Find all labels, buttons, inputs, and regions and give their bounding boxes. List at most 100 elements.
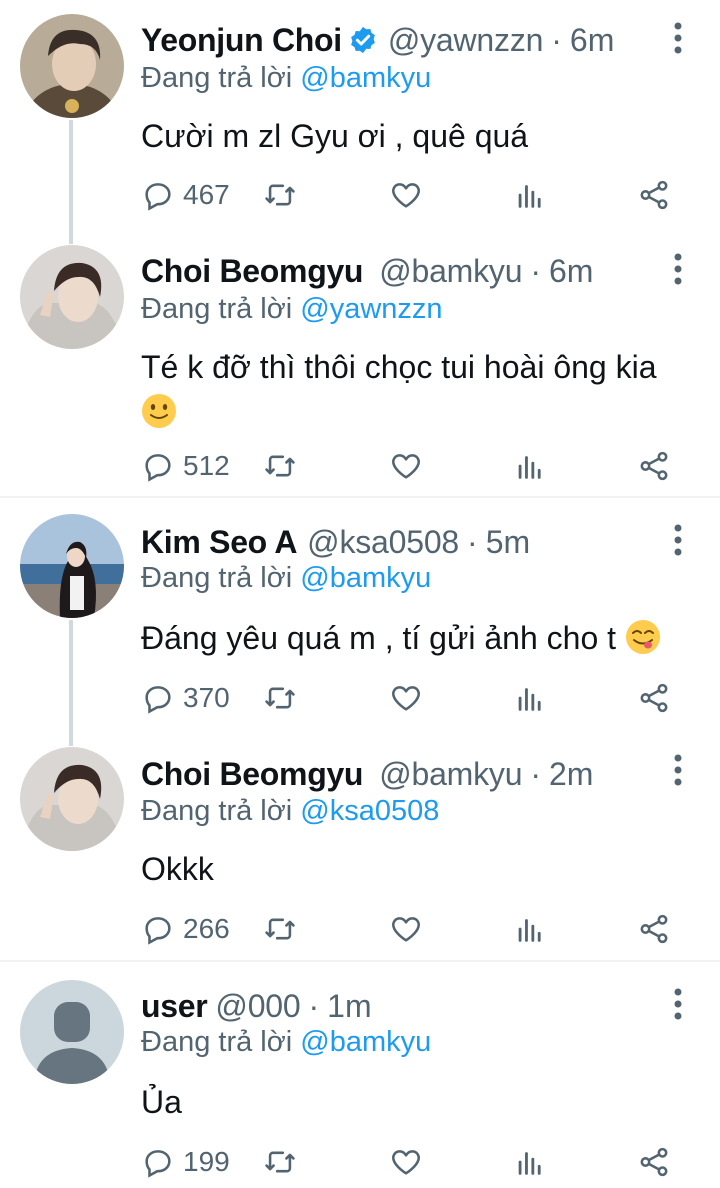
analytics-button[interactable] bbox=[513, 909, 547, 949]
handle[interactable]: @000 bbox=[215, 988, 300, 1025]
retweet-button[interactable] bbox=[263, 446, 297, 486]
like-button[interactable] bbox=[389, 446, 423, 486]
share-icon bbox=[640, 914, 668, 944]
mention-link[interactable]: @bamkyu bbox=[300, 562, 431, 594]
retweet-button[interactable] bbox=[263, 678, 297, 718]
analytics-icon bbox=[518, 1152, 541, 1175]
share-icon bbox=[640, 683, 668, 713]
timestamp[interactable]: 6m bbox=[570, 22, 614, 59]
timestamp[interactable]: 5m bbox=[486, 524, 530, 561]
more-options-icon[interactable] bbox=[666, 520, 690, 560]
tweet[interactable]: Choi Beomgyu @bamkyu · 6m Đang trả lời @… bbox=[0, 245, 720, 497]
separator-dot: · bbox=[530, 252, 541, 289]
reply-context: Đang trả lời @ksa0508 bbox=[141, 795, 439, 828]
reply-context: Đang trả lời @bamkyu bbox=[141, 1026, 431, 1059]
reply-button[interactable]: 370 bbox=[141, 678, 230, 718]
retweet-button[interactable] bbox=[263, 175, 297, 215]
slightly-smiling-face-icon bbox=[142, 394, 176, 428]
reply-count: 370 bbox=[183, 682, 230, 713]
reply-count: 467 bbox=[183, 179, 230, 210]
mention-link[interactable]: @bamkyu bbox=[300, 62, 431, 94]
more-options-icon[interactable] bbox=[666, 18, 690, 58]
display-name[interactable]: Choi Beomgyu bbox=[141, 756, 363, 793]
avatar[interactable] bbox=[20, 514, 124, 618]
more-options-icon[interactable] bbox=[666, 750, 690, 790]
tweet-actions: 370 bbox=[141, 678, 701, 718]
analytics-button[interactable] bbox=[513, 175, 547, 215]
avatar[interactable] bbox=[20, 747, 124, 851]
like-button[interactable] bbox=[389, 175, 423, 215]
mention-link[interactable]: @yawnzzn bbox=[300, 293, 442, 325]
like-button[interactable] bbox=[389, 1142, 423, 1182]
timestamp[interactable]: 6m bbox=[549, 253, 593, 290]
tweet-text: Ủa bbox=[141, 1082, 696, 1122]
tweet[interactable]: Choi Beomgyu @bamkyu · 2m Đang trả lời @… bbox=[0, 745, 720, 960]
share-button[interactable] bbox=[637, 909, 671, 949]
reply-button[interactable]: 266 bbox=[141, 909, 230, 949]
timestamp[interactable]: 1m bbox=[327, 988, 371, 1025]
heart-icon bbox=[392, 183, 420, 208]
retweet-icon bbox=[265, 184, 295, 206]
display-name[interactable]: Kim Seo A bbox=[141, 524, 297, 561]
display-name[interactable]: Choi Beomgyu bbox=[141, 253, 363, 290]
retweet-button[interactable] bbox=[263, 1142, 297, 1182]
profile-photo bbox=[20, 14, 124, 118]
separator-dot: · bbox=[467, 523, 478, 560]
reply-icon bbox=[145, 454, 171, 482]
handle[interactable]: @yawnzzn bbox=[388, 22, 544, 59]
tweet[interactable]: Yeonjun Choi @yawnzzn · 6m Đang trả lời … bbox=[0, 0, 720, 245]
share-icon bbox=[640, 180, 668, 210]
mention-link[interactable]: @bamkyu bbox=[300, 1026, 431, 1058]
share-button[interactable] bbox=[637, 678, 671, 718]
heart-icon bbox=[392, 454, 420, 479]
analytics-button[interactable] bbox=[513, 678, 547, 718]
analytics-icon bbox=[518, 185, 541, 208]
analytics-icon bbox=[518, 456, 541, 479]
avatar[interactable] bbox=[20, 245, 124, 349]
tweet[interactable]: user @000 · 1m Đang trả lời @bamkyu Ủa 1… bbox=[0, 962, 720, 1188]
share-button[interactable] bbox=[637, 1142, 671, 1182]
avatar[interactable] bbox=[20, 14, 124, 118]
tweet-text: Okkk bbox=[141, 849, 696, 889]
like-button[interactable] bbox=[389, 678, 423, 718]
handle[interactable]: @bamkyu bbox=[379, 756, 522, 793]
reply-prefix: Đang trả lời bbox=[141, 1026, 293, 1058]
heart-icon bbox=[392, 1150, 420, 1175]
retweet-button[interactable] bbox=[263, 909, 297, 949]
tweet-actions: 199 bbox=[141, 1142, 701, 1182]
tweet[interactable]: Kim Seo A @ksa0508 · 5m Đang trả lời @ba… bbox=[0, 498, 720, 745]
share-icon bbox=[640, 1147, 668, 1177]
timestamp[interactable]: 2m bbox=[549, 756, 593, 793]
handle[interactable]: @ksa0508 bbox=[307, 524, 459, 561]
separator-dot: · bbox=[551, 21, 562, 58]
reply-prefix: Đang trả lời bbox=[141, 293, 293, 325]
reply-button[interactable]: 512 bbox=[141, 446, 230, 486]
reply-button[interactable]: 467 bbox=[141, 175, 230, 215]
reply-prefix: Đang trả lời bbox=[141, 795, 293, 827]
default-avatar-icon bbox=[20, 980, 124, 1084]
more-options-icon[interactable] bbox=[666, 984, 690, 1024]
tweet-text-content: Okkk bbox=[141, 851, 214, 887]
handle[interactable]: @bamkyu bbox=[379, 253, 522, 290]
analytics-button[interactable] bbox=[513, 446, 547, 486]
verified-badge-icon bbox=[350, 26, 375, 54]
analytics-button[interactable] bbox=[513, 1142, 547, 1182]
retweet-icon bbox=[265, 687, 295, 709]
tweet-actions: 467 bbox=[141, 175, 701, 215]
mention-link[interactable]: @ksa0508 bbox=[300, 795, 439, 827]
analytics-icon bbox=[518, 919, 541, 942]
reply-icon bbox=[145, 183, 171, 211]
profile-photo bbox=[20, 747, 124, 851]
avatar[interactable] bbox=[20, 980, 124, 1084]
tweet-text-content: Đáng yêu quá m , tí gửi ảnh cho t bbox=[141, 620, 617, 656]
display-name[interactable]: Yeonjun Choi bbox=[141, 22, 342, 59]
like-button[interactable] bbox=[389, 909, 423, 949]
profile-photo-beach bbox=[20, 514, 124, 618]
share-button[interactable] bbox=[637, 446, 671, 486]
more-options-icon[interactable] bbox=[666, 249, 690, 289]
display-name[interactable]: user bbox=[141, 988, 208, 1025]
reply-context: Đang trả lời @bamkyu bbox=[141, 562, 431, 595]
share-button[interactable] bbox=[637, 175, 671, 215]
reply-button[interactable]: 199 bbox=[141, 1142, 230, 1182]
reply-count: 266 bbox=[183, 913, 230, 944]
